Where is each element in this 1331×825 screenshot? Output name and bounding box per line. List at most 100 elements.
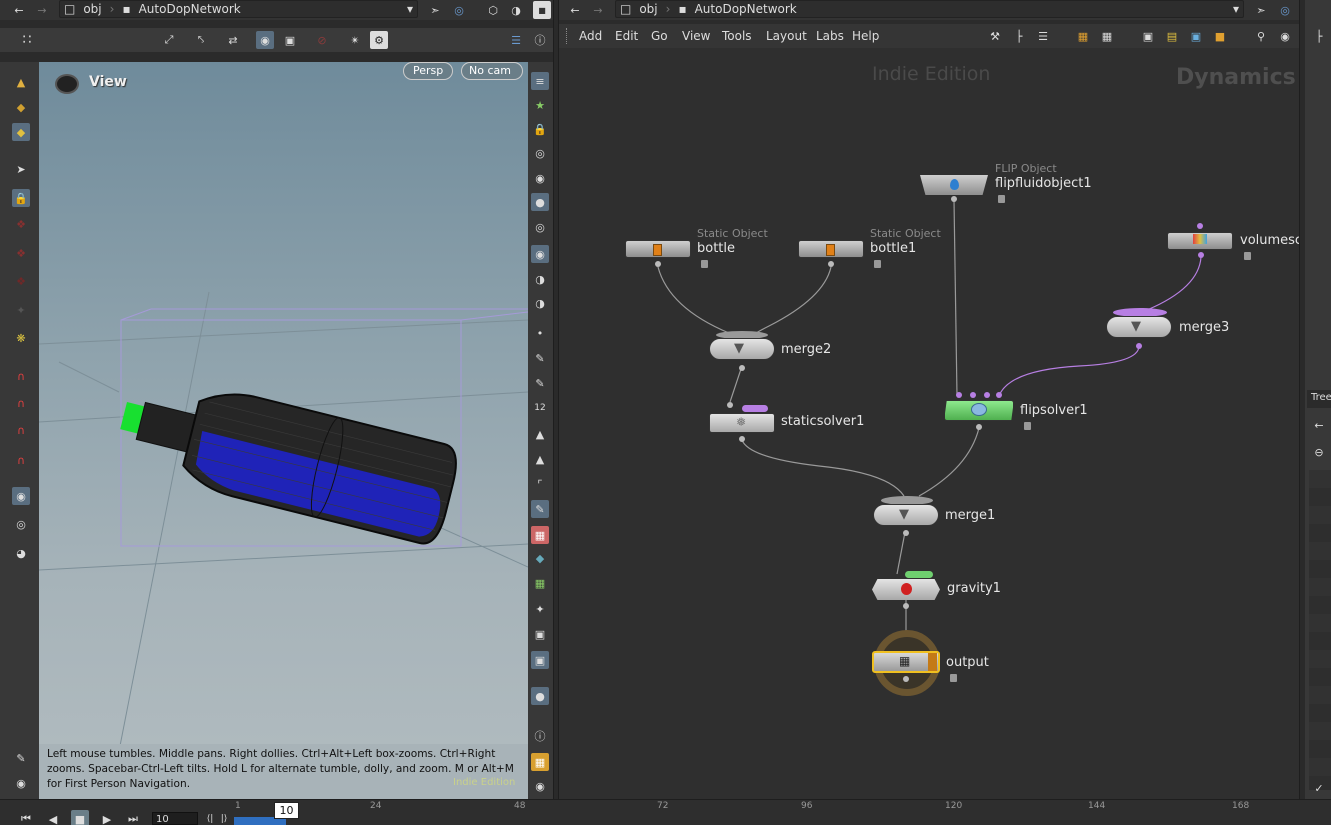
node-gravity-output[interactable] bbox=[903, 603, 909, 609]
current-frame-value[interactable]: 10 bbox=[280, 804, 294, 817]
link-icon[interactable]: ◎ bbox=[1276, 1, 1294, 19]
node-flipsolver-input-a[interactable] bbox=[956, 392, 962, 398]
tool-c-icon[interactable]: ❖ bbox=[12, 272, 30, 290]
node-flipsolver-name[interactable]: flipsolver1 bbox=[1020, 403, 1088, 418]
node-bottle1-name[interactable]: bottle1 bbox=[870, 241, 916, 256]
magnet-d-icon[interactable]: ∩ bbox=[12, 451, 30, 469]
select-arrow-icon[interactable]: ➤ bbox=[12, 160, 30, 178]
node-output-output[interactable] bbox=[903, 676, 909, 682]
chevron-down-icon[interactable]: ▾ bbox=[403, 2, 417, 16]
display-a-icon[interactable]: ≡ bbox=[531, 72, 549, 90]
magnet-a-icon[interactable]: ∩ bbox=[12, 367, 30, 385]
grid-menu-icon[interactable]: ∷ bbox=[18, 31, 36, 49]
display-j-icon[interactable]: ▲ bbox=[531, 425, 549, 443]
node-output-name[interactable]: output bbox=[946, 655, 989, 670]
node-merge2-name[interactable]: merge2 bbox=[781, 342, 831, 357]
node-merge1-name[interactable]: merge1 bbox=[945, 508, 995, 523]
flipbook-icon[interactable]: ◕ bbox=[12, 544, 30, 562]
node-staticsolver-output[interactable] bbox=[739, 436, 745, 442]
node-flipfluid-output[interactable] bbox=[951, 196, 957, 202]
side-panel-tab-label[interactable]: Tree bbox=[1311, 392, 1331, 403]
forward-arrow-icon[interactable]: → bbox=[589, 1, 607, 19]
list-view-icon[interactable]: ☰ bbox=[1034, 27, 1052, 45]
collapse-icon[interactable]: ⊖ bbox=[1310, 443, 1328, 461]
display-points-icon[interactable]: ◉ bbox=[256, 31, 274, 49]
side-tool-icon[interactable]: ├ bbox=[1310, 27, 1328, 45]
camera-label[interactable]: No cam bbox=[469, 64, 511, 77]
help-icon[interactable]: ⓘ bbox=[531, 31, 549, 49]
forward-arrow-icon[interactable]: → bbox=[33, 1, 51, 19]
pin-icon[interactable]: ➣ bbox=[426, 1, 444, 19]
brush-a-icon[interactable]: ✎ bbox=[531, 349, 549, 367]
node-flipsolver-input-c[interactable] bbox=[984, 392, 990, 398]
tool-d-icon[interactable]: ✦ bbox=[12, 301, 30, 319]
step-back-icon[interactable]: ◀ bbox=[44, 810, 62, 825]
pane-close-icon[interactable]: ■ bbox=[533, 1, 551, 19]
node-flipsolver-output[interactable] bbox=[976, 424, 982, 430]
component-tool-icon[interactable]: ◆ bbox=[12, 98, 30, 116]
display-b-icon[interactable]: ★ bbox=[531, 96, 549, 114]
grid-view-icon[interactable]: ▦ bbox=[1074, 27, 1092, 45]
play-icon[interactable]: ▶ bbox=[98, 810, 116, 825]
frame-field-value[interactable]: 10 bbox=[156, 814, 169, 825]
display-m-icon[interactable]: ◆ bbox=[531, 549, 549, 567]
point-icon[interactable]: • bbox=[531, 324, 549, 342]
left-path-bar[interactable]: □ obj › ▪ AutoDopNetwork ▾ bbox=[59, 0, 418, 18]
snap-grid-icon[interactable]: ⇄ bbox=[224, 31, 242, 49]
settings-gear-icon[interactable]: ⚙ bbox=[370, 31, 388, 49]
snap-edge-icon[interactable]: ⤣ bbox=[192, 31, 210, 49]
pose-tool-icon[interactable]: ❋ bbox=[12, 329, 30, 347]
camera-tool-icon[interactable]: ◎ bbox=[12, 515, 30, 533]
pin-icon[interactable]: ➣ bbox=[1252, 1, 1270, 19]
right-path-bar[interactable]: □ obj › ▪ AutoDopNetwork ▾ bbox=[615, 0, 1244, 18]
path-network[interactable]: AutoDopNetwork bbox=[691, 2, 801, 16]
snapshot-icon[interactable]: ◉ bbox=[12, 774, 30, 792]
path-network[interactable]: AutoDopNetwork bbox=[135, 2, 245, 16]
wrench-icon[interactable]: ⚒ bbox=[986, 27, 1004, 45]
node-volume-input[interactable] bbox=[1197, 223, 1203, 229]
node-bottle-name[interactable]: bottle bbox=[697, 241, 735, 256]
tree-layout-icon[interactable]: ├ bbox=[1010, 27, 1028, 45]
render-region-icon[interactable]: ✎ bbox=[12, 749, 30, 767]
display-g-icon[interactable]: ◉ bbox=[531, 245, 549, 263]
node-flipsolver-input-b[interactable] bbox=[970, 392, 976, 398]
display-r-icon[interactable]: ● bbox=[531, 687, 549, 705]
layout-icon[interactable]: ▦ bbox=[531, 753, 549, 771]
display-q-icon[interactable]: ▣ bbox=[531, 651, 549, 669]
menu-labs[interactable]: Labs bbox=[816, 29, 844, 43]
corner-icon[interactable]: ⌜ bbox=[531, 475, 549, 493]
menu-add[interactable]: Add bbox=[579, 29, 602, 43]
tool-a-icon[interactable]: ❖ bbox=[12, 215, 30, 233]
display-options-icon[interactable]: ☰ bbox=[507, 31, 525, 49]
node-volume-name[interactable]: volumesc bbox=[1240, 233, 1299, 248]
menu-view[interactable]: View bbox=[682, 29, 710, 43]
chevron-down-icon[interactable]: ▾ bbox=[1229, 2, 1243, 16]
display-c-icon[interactable]: ◎ bbox=[531, 144, 549, 162]
tool-b-icon[interactable]: ❖ bbox=[12, 244, 30, 262]
display-h-icon[interactable]: ◑ bbox=[531, 270, 549, 288]
node-staticsolver-input[interactable] bbox=[727, 402, 733, 408]
magnet-c-icon[interactable]: ∩ bbox=[12, 421, 30, 439]
display-k-icon[interactable]: ▲ bbox=[531, 450, 549, 468]
info-icon[interactable]: ⓘ bbox=[531, 727, 549, 745]
lighting-icon[interactable]: ✴ bbox=[346, 31, 364, 49]
menu-go[interactable]: Go bbox=[651, 29, 668, 43]
lock-selection-icon[interactable]: 🔒 bbox=[12, 189, 30, 207]
menu-edit[interactable]: Edit bbox=[615, 29, 638, 43]
menu-help[interactable]: Help bbox=[852, 29, 879, 43]
frame-field[interactable]: 10 bbox=[152, 812, 198, 825]
number-icon[interactable]: 12 bbox=[531, 399, 549, 417]
path-root[interactable]: obj bbox=[79, 2, 105, 16]
search-icon[interactable]: ⚲ bbox=[1252, 27, 1270, 45]
display-d-icon[interactable]: ◉ bbox=[531, 169, 549, 187]
object-tool-icon[interactable]: ◆ bbox=[12, 123, 30, 141]
node-bottle-output[interactable] bbox=[655, 261, 661, 267]
image-icon[interactable]: ▣ bbox=[1187, 27, 1205, 45]
display-network-icon[interactable]: ▣ bbox=[1139, 27, 1157, 45]
display-guides-icon[interactable]: ▣ bbox=[281, 31, 299, 49]
display-i-icon[interactable]: ◑ bbox=[531, 294, 549, 312]
node-staticsolver-name[interactable]: staticsolver1 bbox=[781, 414, 864, 429]
no-entry-icon[interactable]: ⊘ bbox=[313, 31, 331, 49]
shading-icon[interactable]: ◑ bbox=[507, 1, 525, 19]
side-back-icon[interactable]: ← bbox=[1310, 416, 1328, 434]
